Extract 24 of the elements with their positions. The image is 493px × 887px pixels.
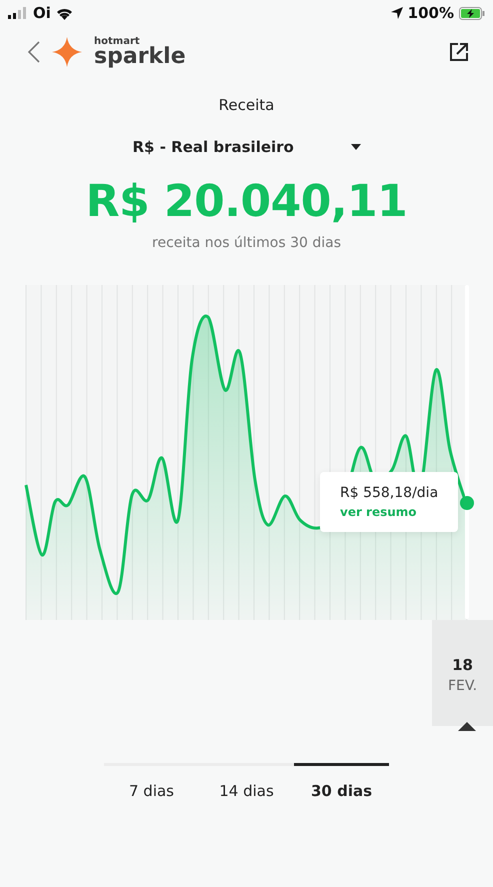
brand-name: sparkle xyxy=(94,46,186,68)
currency-select[interactable]: R$ - Real brasileiro xyxy=(132,138,360,156)
period-tab[interactable]: 30 dias xyxy=(294,763,389,800)
star-logo-icon xyxy=(52,37,82,67)
caret-icon xyxy=(350,144,360,150)
period-tab[interactable]: 7 dias xyxy=(104,763,199,800)
date-day: 18 xyxy=(452,656,473,674)
location-arrow-icon xyxy=(390,7,403,19)
brand-tagline: hotmart xyxy=(94,36,140,46)
carrier-name: Oi xyxy=(33,4,51,22)
signal-icon xyxy=(8,7,28,19)
up-caret-icon xyxy=(458,722,476,731)
period-tab[interactable]: 14 dias xyxy=(199,763,294,800)
revenue-total: R$ 20.040,11 xyxy=(84,176,408,227)
date-month: FEV. xyxy=(448,678,478,694)
tooltip-value: R$ 558,18/dia xyxy=(340,485,440,501)
revenue-caption: receita nos últimos 30 dias xyxy=(151,235,342,251)
scrubber-handle[interactable] xyxy=(460,285,474,619)
back-icon[interactable] xyxy=(28,41,40,63)
battery-percentage: 100% xyxy=(408,4,454,22)
wifi-icon xyxy=(56,6,73,20)
battery-charging-icon xyxy=(459,6,485,20)
external-link-icon[interactable] xyxy=(449,42,469,62)
page-title: Receita xyxy=(218,96,276,114)
